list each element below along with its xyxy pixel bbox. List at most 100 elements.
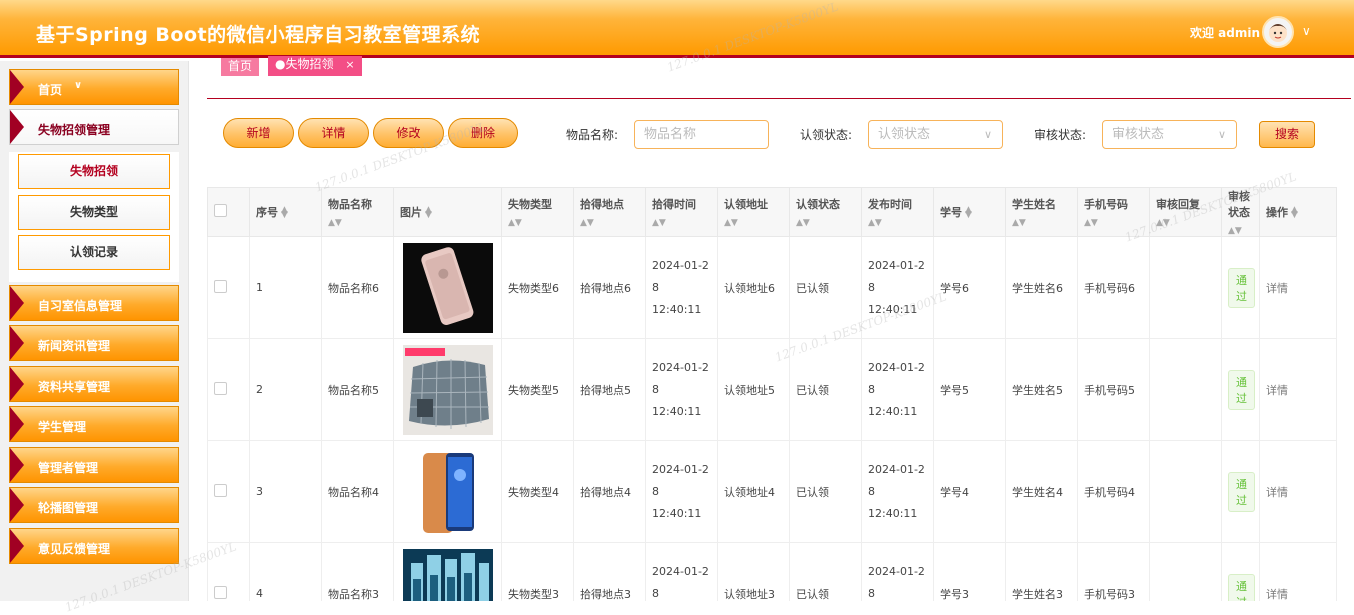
app-title: 基于Spring Boot的微信小程序自习教室管理系统 <box>36 24 481 46</box>
triangle-icon <box>10 529 24 563</box>
edit-button[interactable]: 修改 <box>373 118 444 148</box>
column-header[interactable]: 审核回复 ▲▼ <box>1149 187 1222 237</box>
item-image[interactable] <box>402 344 493 435</box>
sort-icon[interactable]: ▲▼ <box>965 206 972 220</box>
cell-review-reply <box>1149 236 1222 339</box>
column-header[interactable]: 拾得时间 ▲▼ <box>645 187 718 237</box>
sort-icon[interactable]: ▲▼ <box>328 218 387 228</box>
row-checkbox[interactable] <box>214 483 227 497</box>
cell-claim-address: 认领地址5 <box>717 338 790 441</box>
add-button[interactable]: 新增 <box>223 118 294 148</box>
sidebar-item-news[interactable]: 新闻资讯管理 <box>9 325 179 361</box>
submenu-item-lost-found[interactable]: 失物招领 <box>18 154 170 189</box>
tab-home[interactable]: 首页 <box>221 58 260 76</box>
row-detail-link[interactable]: 详情 <box>1266 486 1288 499</box>
column-header[interactable]: 拾得地点 ▲▼ <box>573 187 646 237</box>
sidebar-item-study-room[interactable]: 自习室信息管理 <box>9 285 179 321</box>
item-image[interactable] <box>402 548 493 601</box>
cell-student-id: 学号4 <box>933 440 1006 543</box>
cell-item-name: 物品名称4 <box>321 440 394 543</box>
sidebar-item-label: 失物招领管理 <box>38 123 111 137</box>
claim-status-select[interactable]: 认领状态 ∨ <box>868 120 1003 149</box>
close-icon[interactable]: × <box>345 58 354 71</box>
item-image[interactable] <box>402 242 493 333</box>
sidebar-item-label: 意见反馈管理 <box>38 542 111 556</box>
detail-button[interactable]: 详情 <box>298 118 369 148</box>
sidebar-item-label: 管理者管理 <box>38 461 99 475</box>
sort-icon[interactable]: ▲▼ <box>796 218 855 228</box>
column-header[interactable]: 发布时间 ▲▼ <box>861 187 934 237</box>
select-all-checkbox[interactable] <box>214 204 227 217</box>
avatar[interactable] <box>1262 16 1294 48</box>
chevron-down-icon[interactable]: ∨ <box>1302 24 1311 38</box>
sidebar-item-managers[interactable]: 管理者管理 <box>9 447 179 483</box>
sidebar-item-carousel[interactable]: 轮播图管理 <box>9 487 179 523</box>
sidebar-item-label: 新闻资讯管理 <box>38 339 111 353</box>
column-header[interactable]: 学号 ▲ ▼ <box>933 187 1006 237</box>
sidebar-item-feedback[interactable]: 意见反馈管理 <box>9 528 179 564</box>
item-image[interactable] <box>402 446 493 537</box>
row-detail-link[interactable]: 详情 <box>1266 384 1288 397</box>
row-checkbox[interactable] <box>214 381 227 395</box>
column-header[interactable]: 图片 ▲ ▼ <box>393 187 502 237</box>
cell-publish-time: 2024-01-28 12:40:11 <box>861 236 934 339</box>
cell-item-name: 物品名称5 <box>321 338 394 441</box>
sort-icon[interactable]: ▲▼ <box>1012 218 1071 228</box>
table-row[interactable]: 4物品名称3失物类型3拾得地点32024-01-28 12:40:11认领地址3… <box>207 542 1337 601</box>
row-detail-link[interactable]: 详情 <box>1266 588 1288 601</box>
review-status-select[interactable]: 审核状态 ∨ <box>1102 120 1237 149</box>
sidebar-item-home[interactable]: 首页 ∨ <box>9 69 179 105</box>
table-row[interactable]: 2 物品名称5 失物类型5 拾得地点5 2024-01-2 8 12:40:11 认领地址5… <box>207 338 1337 441</box>
cell-image <box>393 338 502 441</box>
sort-icon[interactable]: ▲▼ <box>508 218 567 228</box>
row-detail-link[interactable]: 详情 <box>1266 282 1288 295</box>
claim-status-label: 认领状态: <box>800 128 853 142</box>
column-header[interactable]: 失物类型 ▲▼ <box>501 187 574 237</box>
tab-divider <box>207 98 1351 99</box>
status-badge: 通过 <box>1228 369 1255 410</box>
cell-item-name: 物品名称6 <box>321 236 394 339</box>
sort-icon[interactable]: ▲▼ <box>724 218 783 228</box>
sort-icon[interactable]: ▲▼ <box>281 206 288 220</box>
sidebar-item-resources[interactable]: 资料共享管理 <box>9 366 179 402</box>
column-header[interactable]: 审核状态 ▲▼ <box>1221 187 1260 237</box>
sort-icon[interactable]: ▲▼ <box>1291 206 1298 220</box>
cell-phone: 手机号码3 <box>1077 542 1150 601</box>
cell-student-name: 学生姓名3 <box>1005 542 1078 601</box>
cell-claim-status: 已认领 <box>789 542 862 601</box>
submenu-item-claim-record[interactable]: 认领记录 <box>18 235 170 270</box>
sidebar-item-lost-found[interactable]: 失物招领管理 <box>9 109 179 145</box>
row-checkbox[interactable] <box>214 585 227 599</box>
column-header[interactable]: 认领地址 ▲▼ <box>717 187 790 237</box>
sort-icon[interactable]: ▲▼ <box>652 218 711 228</box>
column-header[interactable]: 学生姓名 ▲▼ <box>1005 187 1078 237</box>
column-header[interactable]: 手机号码 ▲▼ <box>1077 187 1150 237</box>
table-row[interactable]: 1 物品名称6 失物类型6 拾得地点6 2024-01-2 8 12:40:11 认领地址6… <box>207 236 1337 339</box>
submenu-item-lost-type[interactable]: 失物类型 <box>18 195 170 230</box>
cell-review-status: 通过 <box>1221 542 1260 601</box>
tab-lost-found[interactable]: ●失物招领 × <box>268 56 362 76</box>
sort-icon[interactable]: ▲▼ <box>1084 218 1143 228</box>
cell-review-reply <box>1149 542 1222 601</box>
row-checkbox[interactable] <box>214 279 227 293</box>
column-header[interactable]: 认领状态 ▲▼ <box>789 187 862 237</box>
column-header[interactable]: 物品名称 ▲▼ <box>321 187 394 237</box>
sidebar-item-students[interactable]: 学生管理 <box>9 406 179 442</box>
sort-icon[interactable]: ▲▼ <box>1228 226 1253 236</box>
cell-student-name: 学生姓名5 <box>1005 338 1078 441</box>
sort-icon[interactable]: ▲▼ <box>868 218 927 228</box>
sort-icon[interactable]: ▲▼ <box>1156 218 1215 228</box>
search-button[interactable]: 搜索 <box>1259 121 1315 148</box>
data-table: 序号 ▲ ▼ 物品名称 ▲▼ 图片 ▲ ▼ 失物类型 ▲▼ 拾得地点 ▲▼ 拾得时间 ▲▼ 认领… <box>207 187 1354 601</box>
table-row[interactable]: 3 物品名称4 失物类型4 拾得地点4 2024-01-2 8 12:40:11 认领地址4… <box>207 440 1337 543</box>
item-name-input[interactable]: 物品名称 <box>634 120 769 149</box>
sort-icon[interactable]: ▲▼ <box>580 218 639 228</box>
delete-button[interactable]: 删除 <box>448 118 518 148</box>
user-avatar-icon <box>1269 24 1287 42</box>
column-header[interactable]: 序号 ▲ ▼ <box>249 187 322 237</box>
sidebar-item-label: 轮播图管理 <box>38 501 99 515</box>
sort-icon[interactable]: ▲▼ <box>425 206 432 220</box>
cell-item-name: 物品名称3 <box>321 542 394 601</box>
cell-student-name: 学生姓名6 <box>1005 236 1078 339</box>
cell-phone: 手机号码4 <box>1077 440 1150 543</box>
